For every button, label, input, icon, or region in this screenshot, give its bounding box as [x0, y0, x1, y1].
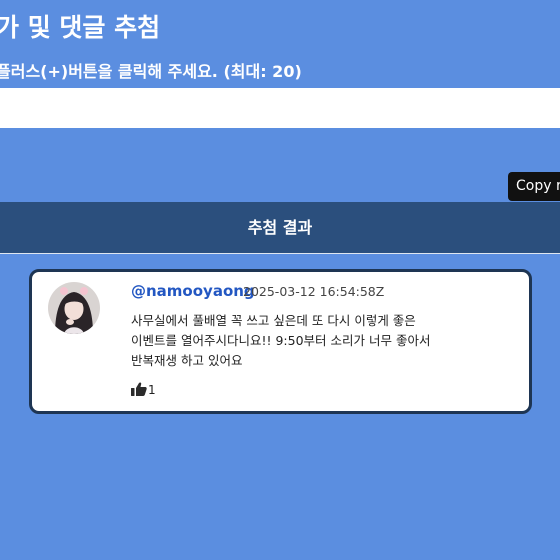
comment-card: @namooyaong 2025-03-12 16:54:58Z 사무실에서 풀…	[29, 269, 532, 414]
comment-line: 반복재생 하고 있어요	[131, 353, 243, 368]
comment-line: 사무실에서 풀배열 꼭 쓰고 싶은데 또 다시 이렇게 좋은	[131, 313, 416, 328]
comment-timestamp: 2025-03-12 16:54:58Z	[243, 284, 385, 299]
comment-text: 사무실에서 풀배열 꼭 쓰고 싶은데 또 다시 이렇게 좋은 이벤트를 열어주시…	[131, 311, 521, 371]
avatar	[48, 282, 100, 334]
comment-line: 이벤트를 열어주시다니요!! 9:50부터 소리가 너무 좋아서	[131, 333, 431, 348]
comment-username[interactable]: @namooyaong	[131, 282, 255, 300]
result-header: 추첨 결과	[0, 202, 560, 254]
copy-button[interactable]: Copy r	[508, 172, 560, 201]
instruction-text: 플러스(+)버튼을 클릭해 주세요. (최대: 20)	[0, 62, 302, 81]
page-title: 가 및 댓글 추첨	[0, 13, 161, 42]
like-count: 1	[148, 383, 156, 397]
thumbs-up-icon	[131, 382, 147, 396]
entry-input[interactable]	[0, 88, 560, 128]
